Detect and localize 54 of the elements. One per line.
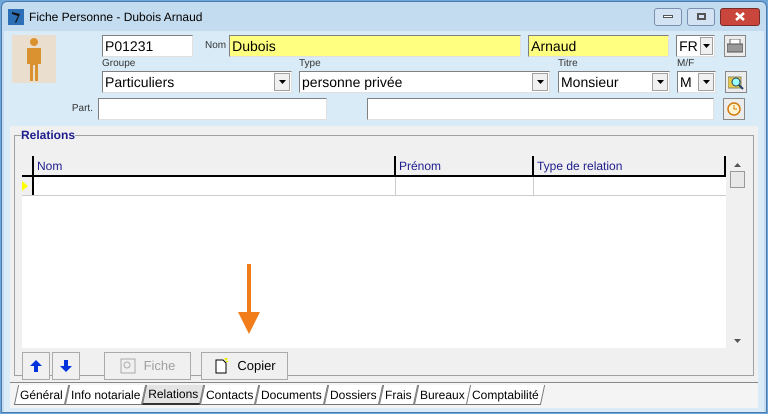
window-title: Fiche Personne - Dubois Arnaud xyxy=(29,8,204,26)
clock-icon xyxy=(727,102,741,116)
titre-label: Titre xyxy=(558,59,579,69)
pointer-arrow xyxy=(238,264,260,334)
column-header[interactable]: Nom xyxy=(34,156,396,175)
close-button[interactable] xyxy=(720,8,760,26)
copier-button[interactable]: Copier xyxy=(201,352,288,380)
up-arrow-icon xyxy=(30,360,42,372)
column-header[interactable]: Prénom xyxy=(396,156,534,175)
part-detail-field[interactable] xyxy=(367,98,714,120)
id-field[interactable]: P01231 xyxy=(102,35,193,57)
groupe-select[interactable]: Particuliers xyxy=(102,71,292,93)
language-select[interactable]: FR xyxy=(676,35,716,57)
person-icon xyxy=(12,35,56,83)
tab[interactable]: Bureaux xyxy=(413,385,470,405)
part-field[interactable] xyxy=(98,98,327,120)
card-icon xyxy=(120,358,136,374)
sexe-label: M/F xyxy=(677,59,696,69)
prenom-field[interactable]: Arnaud xyxy=(528,35,670,57)
sexe-select[interactable]: M xyxy=(677,71,716,93)
down-arrow-icon xyxy=(60,360,72,372)
new-document-icon xyxy=(213,358,230,374)
magnifier-folder-icon xyxy=(728,74,744,90)
column-header[interactable]: Type de relation xyxy=(534,156,726,175)
titre-select[interactable]: Monsieur xyxy=(558,71,670,93)
groupe-label: Groupe xyxy=(102,59,136,69)
minimize-button[interactable] xyxy=(654,8,682,26)
relations-title: Relations xyxy=(21,127,76,144)
tab[interactable]: Général xyxy=(14,385,69,405)
nom-field[interactable]: Dubois xyxy=(229,35,522,57)
maximize-button[interactable] xyxy=(687,8,715,26)
current-row-icon xyxy=(22,181,28,191)
tab[interactable]: Frais xyxy=(378,385,418,405)
close-icon xyxy=(735,12,745,21)
tab[interactable]: Comptabilité xyxy=(466,385,546,405)
tab[interactable]: Documents xyxy=(255,385,328,405)
nom-label: Nom xyxy=(205,41,226,51)
tab[interactable]: Dossiers xyxy=(324,385,383,405)
scroll-thumb[interactable] xyxy=(730,171,745,188)
print-button[interactable] xyxy=(724,35,746,57)
type-label: Type xyxy=(299,59,322,69)
tab[interactable]: Contacts xyxy=(200,385,260,405)
search-button[interactable] xyxy=(725,71,747,93)
tab[interactable]: Relations xyxy=(142,385,204,405)
tab[interactable]: Info notariale xyxy=(64,385,146,405)
clock-button[interactable] xyxy=(723,98,745,120)
part-label: Part. xyxy=(72,104,93,114)
scroll-up-icon[interactable] xyxy=(734,163,741,167)
type-select[interactable]: personne privée xyxy=(299,71,550,93)
move-down-button[interactable] xyxy=(52,352,80,380)
app-icon xyxy=(8,8,24,24)
move-up-button[interactable] xyxy=(22,352,50,380)
printer-icon xyxy=(727,39,744,53)
scroll-down-icon[interactable] xyxy=(734,339,741,343)
